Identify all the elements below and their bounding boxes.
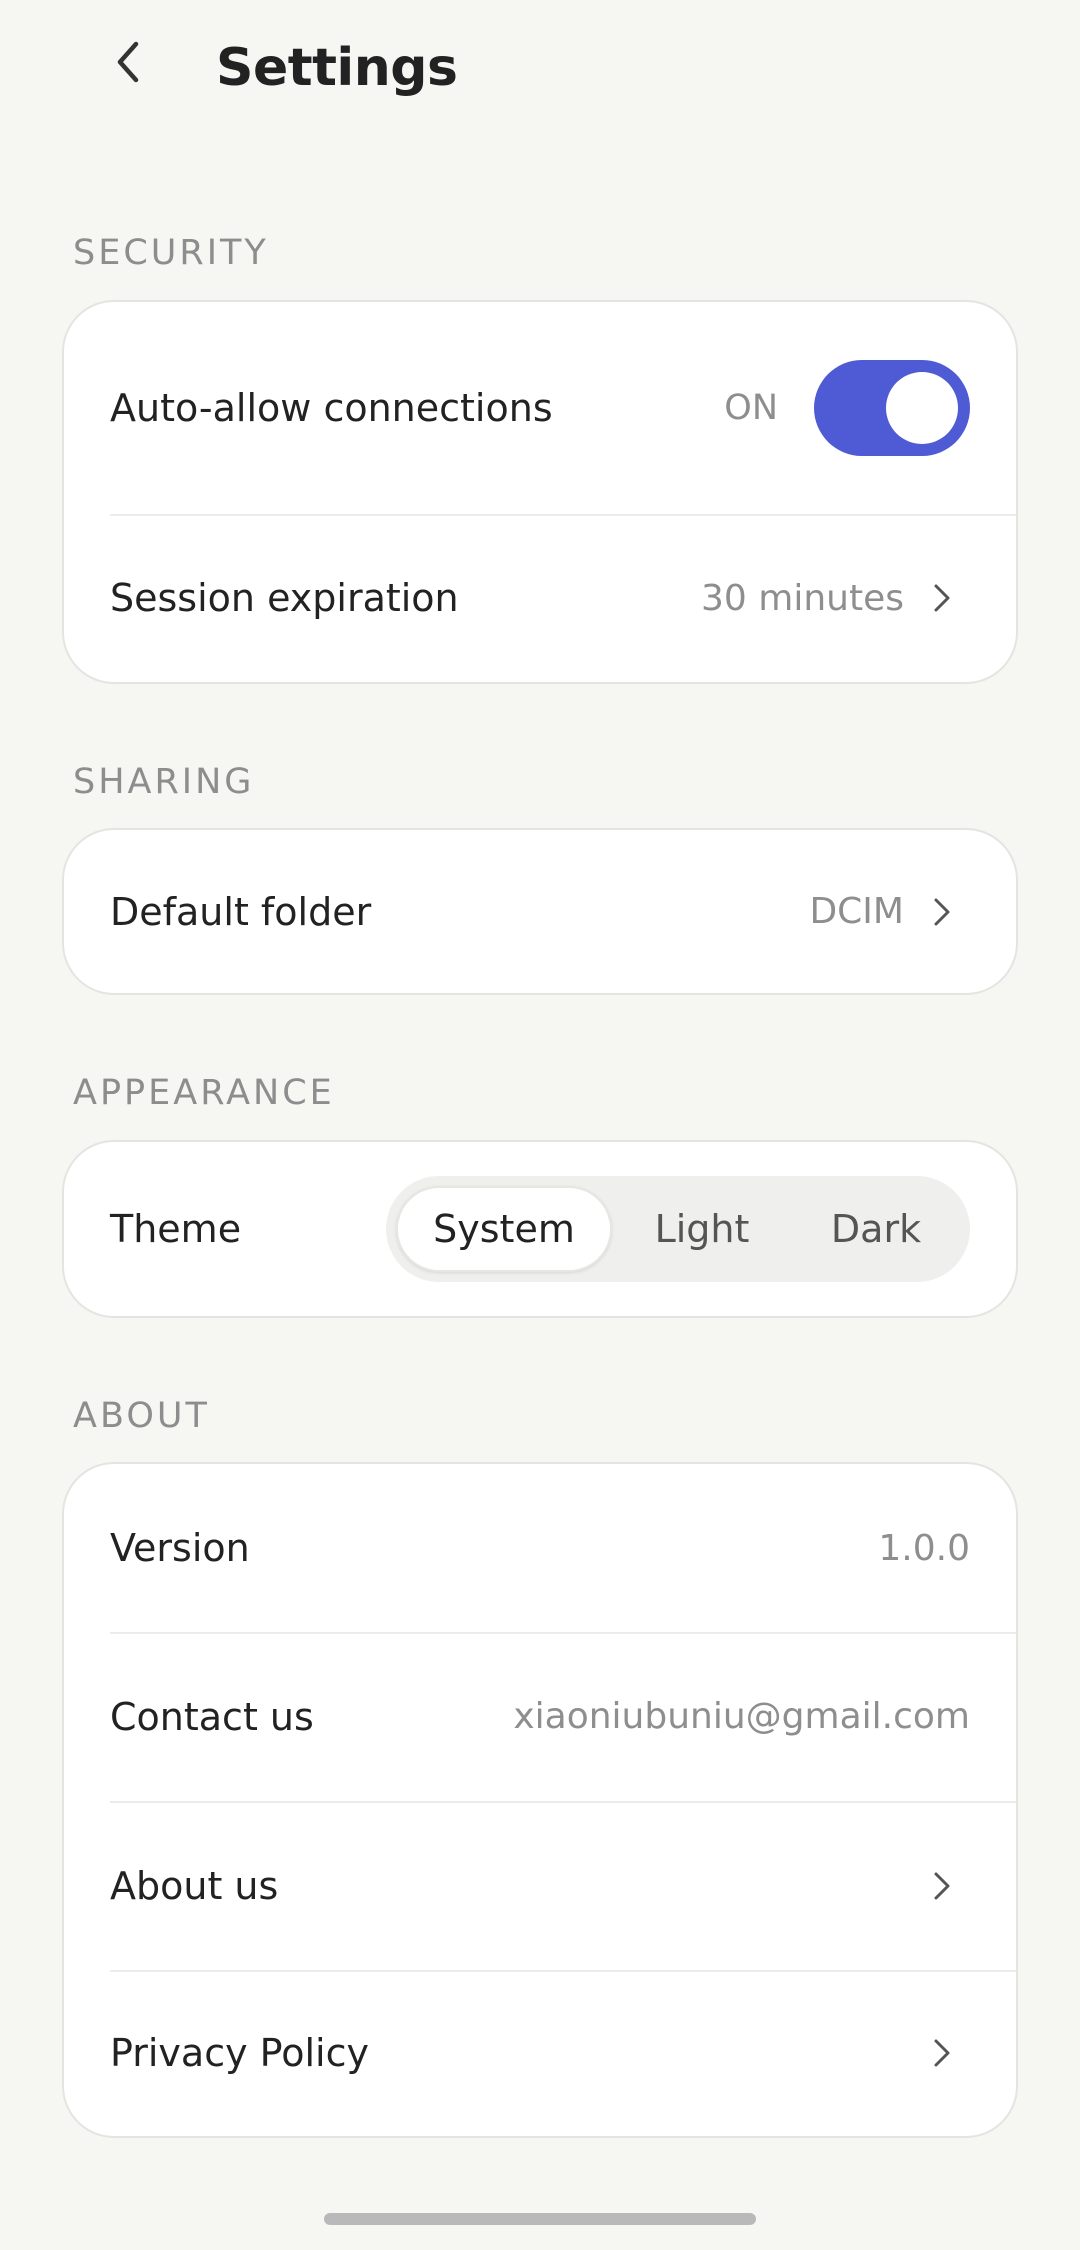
theme-label: Theme — [110, 1207, 242, 1251]
privacy-policy-label: Privacy Policy — [110, 2031, 369, 2075]
version-label: Version — [110, 1526, 250, 1570]
auto-allow-row: Auto-allow connections ON — [64, 302, 1016, 514]
about-us-row[interactable]: About us — [64, 1801, 1016, 1970]
theme-row: Theme System Light Dark — [64, 1142, 1016, 1316]
chevron-right-icon — [928, 1866, 956, 1906]
page-title: Settings — [216, 38, 458, 98]
section-label-about: ABOUT — [73, 1396, 210, 1436]
session-expiration-row[interactable]: Session expiration 30 minutes — [64, 514, 1016, 682]
default-folder-label: Default folder — [110, 889, 372, 934]
theme-option-system[interactable]: System — [396, 1186, 612, 1272]
version-row: Version 1.0.0 — [64, 1464, 1016, 1632]
default-folder-value: DCIM — [809, 891, 904, 932]
privacy-policy-row[interactable]: Privacy Policy — [64, 1970, 1016, 2136]
back-button[interactable] — [96, 30, 160, 94]
settings-screen: Settings SECURITY Auto-allow connections… — [0, 0, 1080, 2250]
theme-option-light[interactable]: Light — [612, 1186, 792, 1272]
version-value: 1.0.0 — [878, 1527, 970, 1569]
about-card: Version 1.0.0 Contact us xiaoniubuniu@gm… — [62, 1462, 1018, 2138]
toggle-state-text: ON — [724, 388, 778, 428]
session-expiration-label: Session expiration — [110, 576, 459, 620]
chevron-left-icon — [117, 41, 139, 83]
contact-row[interactable]: Contact us xiaoniubuniu@gmail.com — [64, 1632, 1016, 1801]
default-folder-row[interactable]: Default folder DCIM — [64, 830, 1016, 993]
session-expiration-value: 30 minutes — [701, 577, 904, 619]
theme-segmented-control: System Light Dark — [386, 1176, 970, 1282]
home-indicator[interactable] — [324, 2213, 756, 2225]
auto-allow-label: Auto-allow connections — [110, 386, 553, 430]
about-us-label: About us — [110, 1863, 279, 1908]
theme-option-dark[interactable]: Dark — [792, 1186, 960, 1272]
contact-label: Contact us — [110, 1694, 314, 1739]
section-label-appearance: APPEARANCE — [73, 1073, 335, 1113]
chevron-right-icon — [928, 578, 956, 618]
section-label-security: SECURITY — [73, 233, 269, 273]
security-card: Auto-allow connections ON Session expira… — [62, 300, 1018, 684]
auto-allow-toggle[interactable] — [814, 360, 970, 456]
sharing-card: Default folder DCIM — [62, 828, 1018, 995]
toggle-knob — [886, 372, 958, 444]
appearance-card: Theme System Light Dark — [62, 1140, 1018, 1318]
section-label-sharing: SHARING — [73, 762, 255, 802]
chevron-right-icon — [928, 892, 956, 932]
chevron-right-icon — [928, 2033, 956, 2073]
contact-email[interactable]: xiaoniubuniu@gmail.com — [513, 1696, 970, 1737]
